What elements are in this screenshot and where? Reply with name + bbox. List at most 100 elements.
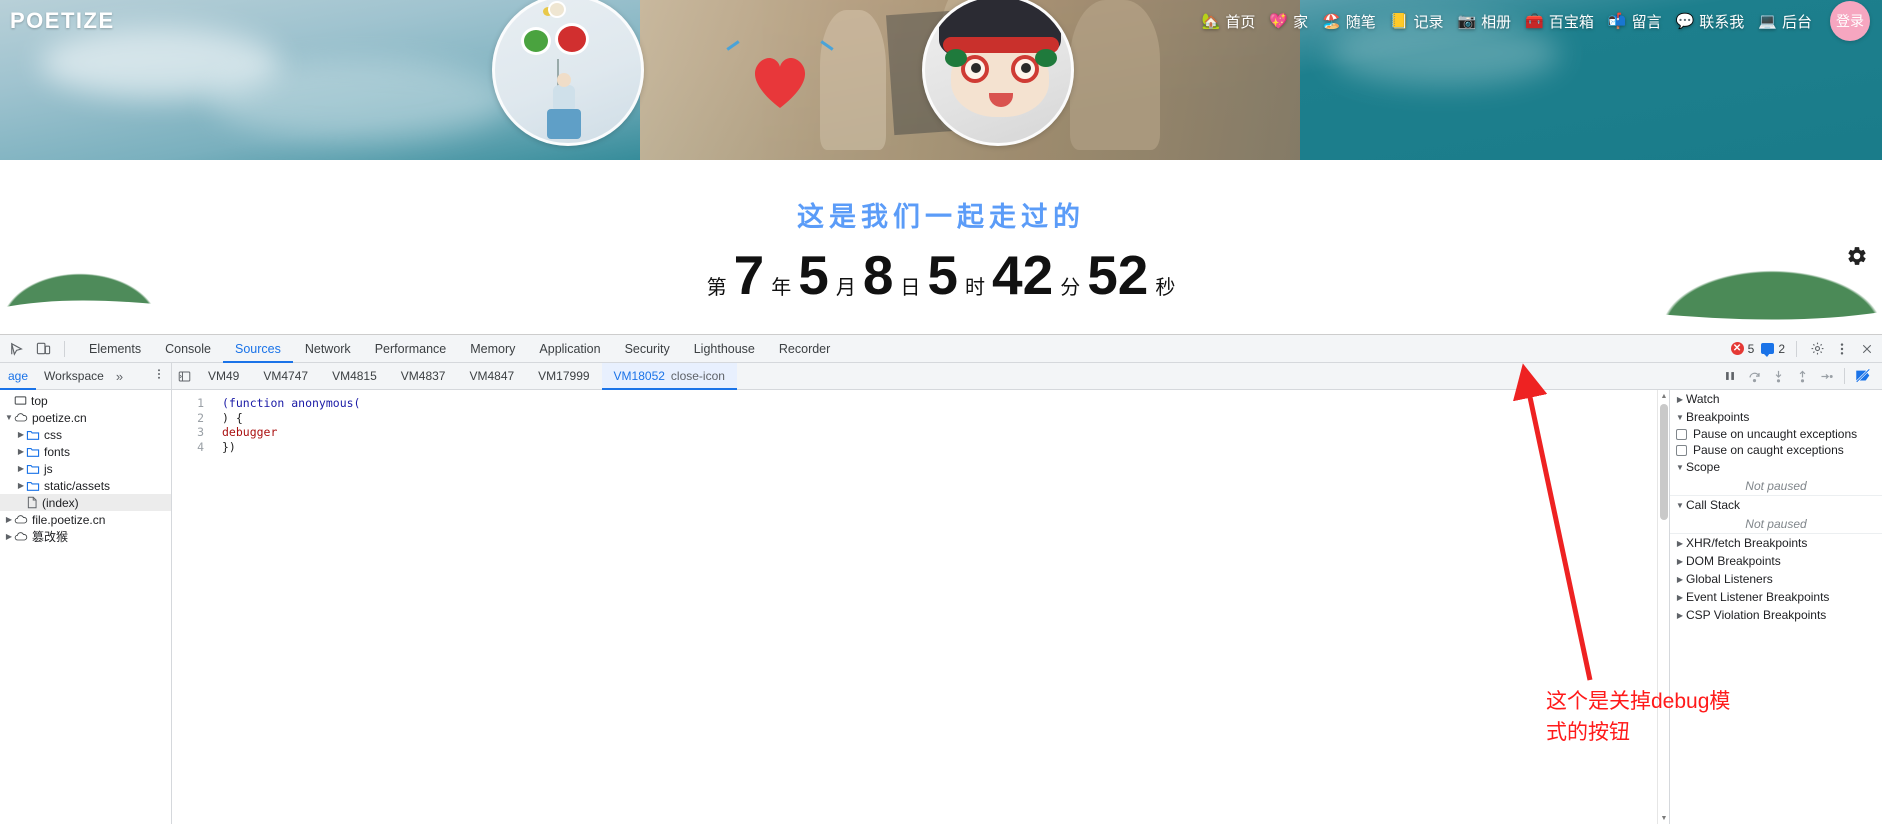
tree-item-index[interactable]: (index) bbox=[0, 494, 171, 511]
step-button[interactable] bbox=[1815, 365, 1837, 387]
editor-tab-vm4837[interactable]: VM4837 bbox=[389, 363, 458, 390]
devtools-dock-icons bbox=[0, 340, 77, 358]
inspect-element-icon[interactable] bbox=[8, 340, 26, 358]
tab-console[interactable]: Console bbox=[153, 335, 223, 363]
tree-twisty: ▶ bbox=[17, 464, 25, 473]
tree-item-js[interactable]: ▶ js bbox=[0, 460, 171, 477]
editor-tab-vm4747[interactable]: VM4747 bbox=[251, 363, 320, 390]
section-breakpoints[interactable]: ▼ Breakpoints bbox=[1670, 408, 1882, 426]
countdown-minutes-unit: 分 bbox=[1060, 277, 1081, 299]
tree-item-label: file.poetize.cn bbox=[32, 512, 106, 527]
section-dom-breakpoints[interactable]: ▶ DOM Breakpoints bbox=[1670, 552, 1882, 570]
nav-album[interactable]: 📷 相册 bbox=[1457, 11, 1511, 32]
nav-essay[interactable]: 🏖️ 随笔 bbox=[1322, 11, 1376, 32]
tab-application[interactable]: Application bbox=[527, 335, 612, 363]
section-xhr-fetch-breakpoints[interactable]: ▶ XHR/fetch Breakpoints bbox=[1670, 534, 1882, 552]
countdown-values: 第 7 年 5 月 8 日 5 时 42 分 52 秒 bbox=[0, 248, 1882, 303]
pause-on-uncaught-exceptions-checkbox[interactable]: Pause on uncaught exceptions bbox=[1670, 426, 1882, 442]
site-logo[interactable]: POETIZE bbox=[10, 8, 115, 34]
login-button[interactable]: 登录 bbox=[1830, 1, 1870, 41]
nav-items: 🏡 首页 💖 家 🏖️ 随笔 📒 记录 📷 相册 🧰 百宝箱 📬 留言 💬 联系… bbox=[1202, 1, 1882, 41]
tab-lighthouse[interactable]: Lighthouse bbox=[682, 335, 767, 363]
section-event-listener-breakpoints[interactable]: ▶ Event Listener Breakpoints bbox=[1670, 588, 1882, 606]
nav-toolbox[interactable]: 🧰 百宝箱 bbox=[1525, 11, 1594, 32]
folder-icon bbox=[26, 429, 40, 441]
nav-home[interactable]: 🏡 首页 bbox=[1202, 11, 1256, 32]
page-settings-gear-icon[interactable] bbox=[1846, 245, 1868, 273]
code-lines[interactable]: (function anonymous( ) { debugger }) bbox=[212, 396, 360, 454]
debugger-sidebar: ▶ Watch ▼ Breakpoints Pause on uncaught … bbox=[1670, 390, 1882, 824]
resume-script-execution-button[interactable] bbox=[1719, 365, 1741, 387]
tree-twisty: ▶ bbox=[5, 515, 13, 524]
devtools-tab-bar: Elements Console Sources Network Perform… bbox=[77, 335, 842, 363]
tab-memory[interactable]: Memory bbox=[458, 335, 527, 363]
message-count-badge[interactable]: 2 bbox=[1761, 341, 1785, 357]
tree-item-label: js bbox=[44, 461, 53, 476]
tab-network[interactable]: Network bbox=[293, 335, 363, 363]
scroll-up-icon[interactable]: ▲ bbox=[1658, 390, 1669, 402]
message-count: 2 bbox=[1778, 341, 1785, 356]
nav-pane-more-icon[interactable] bbox=[147, 367, 171, 386]
sources-navigator-pane: top ▼ poetize.cn ▶ css ▶ fonts ▶ js ▶ st… bbox=[0, 390, 172, 824]
scroll-down-icon[interactable]: ▼ bbox=[1658, 812, 1669, 824]
tab-page[interactable]: age bbox=[0, 363, 36, 390]
devtools-settings-gear-icon[interactable] bbox=[1808, 340, 1826, 358]
nav-message-label: 留言 bbox=[1631, 13, 1662, 31]
heart-icon: 💖 bbox=[1269, 12, 1289, 30]
tab-recorder[interactable]: Recorder bbox=[767, 335, 842, 363]
beach-icon: 🏖️ bbox=[1322, 12, 1341, 30]
scrollbar-thumb[interactable] bbox=[1660, 404, 1668, 520]
message-icon bbox=[1761, 343, 1775, 357]
tree-item-static-assets[interactable]: ▶ static/assets bbox=[0, 477, 171, 494]
chevron-right-icon: ▶ bbox=[1676, 538, 1684, 548]
checkbox-icon bbox=[1676, 428, 1687, 440]
folder-icon bbox=[26, 463, 40, 475]
step-over-button[interactable] bbox=[1743, 365, 1765, 387]
editor-vertical-scrollbar[interactable]: ▲ ▼ bbox=[1657, 390, 1669, 824]
nav-message[interactable]: 📬 留言 bbox=[1608, 11, 1662, 32]
tree-item-css[interactable]: ▶ css bbox=[0, 426, 171, 443]
editor-tab-vm17999[interactable]: VM17999 bbox=[526, 363, 601, 390]
tree-item-top[interactable]: top bbox=[0, 392, 171, 409]
nav-admin[interactable]: 💻 后台 bbox=[1758, 11, 1812, 32]
section-watch[interactable]: ▶ Watch bbox=[1670, 390, 1882, 408]
section-global-listeners[interactable]: ▶ Global Listeners bbox=[1670, 570, 1882, 588]
tree-item-fonts[interactable]: ▶ fonts bbox=[0, 443, 171, 460]
tree-twisty: ▶ bbox=[17, 481, 25, 490]
devtools-body: top ▼ poetize.cn ▶ css ▶ fonts ▶ js ▶ st… bbox=[0, 390, 1882, 824]
nav-family[interactable]: 💖 家 bbox=[1269, 11, 1308, 32]
tab-security[interactable]: Security bbox=[613, 335, 682, 363]
device-toolbar-icon[interactable] bbox=[34, 340, 52, 358]
devtools-more-options-icon[interactable] bbox=[1833, 340, 1851, 358]
step-into-button[interactable] bbox=[1767, 365, 1789, 387]
error-count-badge[interactable]: ✕ 5 bbox=[1730, 342, 1754, 356]
collapse-navigator-icon[interactable] bbox=[172, 363, 196, 390]
tree-item-poetize-cn[interactable]: ▼ poetize.cn bbox=[0, 409, 171, 426]
editor-tab-vm18052[interactable]: VM18052 close-icon bbox=[601, 362, 737, 390]
step-out-button[interactable] bbox=[1791, 365, 1813, 387]
tree-item-file-poetize-cn[interactable]: ▶ file.poetize.cn bbox=[0, 511, 171, 528]
tree-item-label: static/assets bbox=[44, 478, 111, 493]
nav-essay-label: 随笔 bbox=[1345, 13, 1376, 31]
tab-elements[interactable]: Elements bbox=[77, 335, 153, 363]
pause-on-caught-exceptions-checkbox[interactable]: Pause on caught exceptions bbox=[1670, 442, 1882, 458]
tree-item-tampermonkey[interactable]: ▶ 篡改猴 bbox=[0, 528, 171, 545]
section-csp-violation-breakpoints[interactable]: ▶ CSP Violation Breakpoints bbox=[1670, 606, 1882, 624]
section-call-stack[interactable]: ▼ Call Stack bbox=[1670, 496, 1882, 514]
editor-tab-vm4847[interactable]: VM4847 bbox=[457, 363, 526, 390]
devtools-close-icon[interactable] bbox=[1858, 340, 1876, 358]
editor-tab-vm49[interactable]: VM49 bbox=[196, 363, 251, 390]
source-code-editor[interactable]: 1 2 3 4 (function anonymous( ) { debugge… bbox=[172, 390, 1670, 824]
nav-record[interactable]: 📒 记录 bbox=[1390, 11, 1444, 32]
section-scope[interactable]: ▼ Scope bbox=[1670, 458, 1882, 476]
editor-tab-close-icon[interactable]: close-icon bbox=[671, 369, 725, 383]
deactivate-breakpoints-button[interactable] bbox=[1852, 365, 1874, 387]
tab-workspace[interactable]: Workspace bbox=[36, 363, 112, 390]
nav-contact[interactable]: 💬 联系我 bbox=[1676, 11, 1745, 32]
tab-performance[interactable]: Performance bbox=[363, 335, 459, 363]
site-navbar: POETIZE 🏡 首页 💖 家 🏖️ 随笔 📒 记录 📷 相册 🧰 百宝箱 📬… bbox=[0, 0, 1882, 42]
tab-sources[interactable]: Sources bbox=[223, 335, 293, 363]
line-number: 4 bbox=[197, 439, 204, 454]
nav-tabs-overflow-icon[interactable]: » bbox=[112, 369, 127, 384]
editor-tab-vm4815[interactable]: VM4815 bbox=[320, 363, 389, 390]
